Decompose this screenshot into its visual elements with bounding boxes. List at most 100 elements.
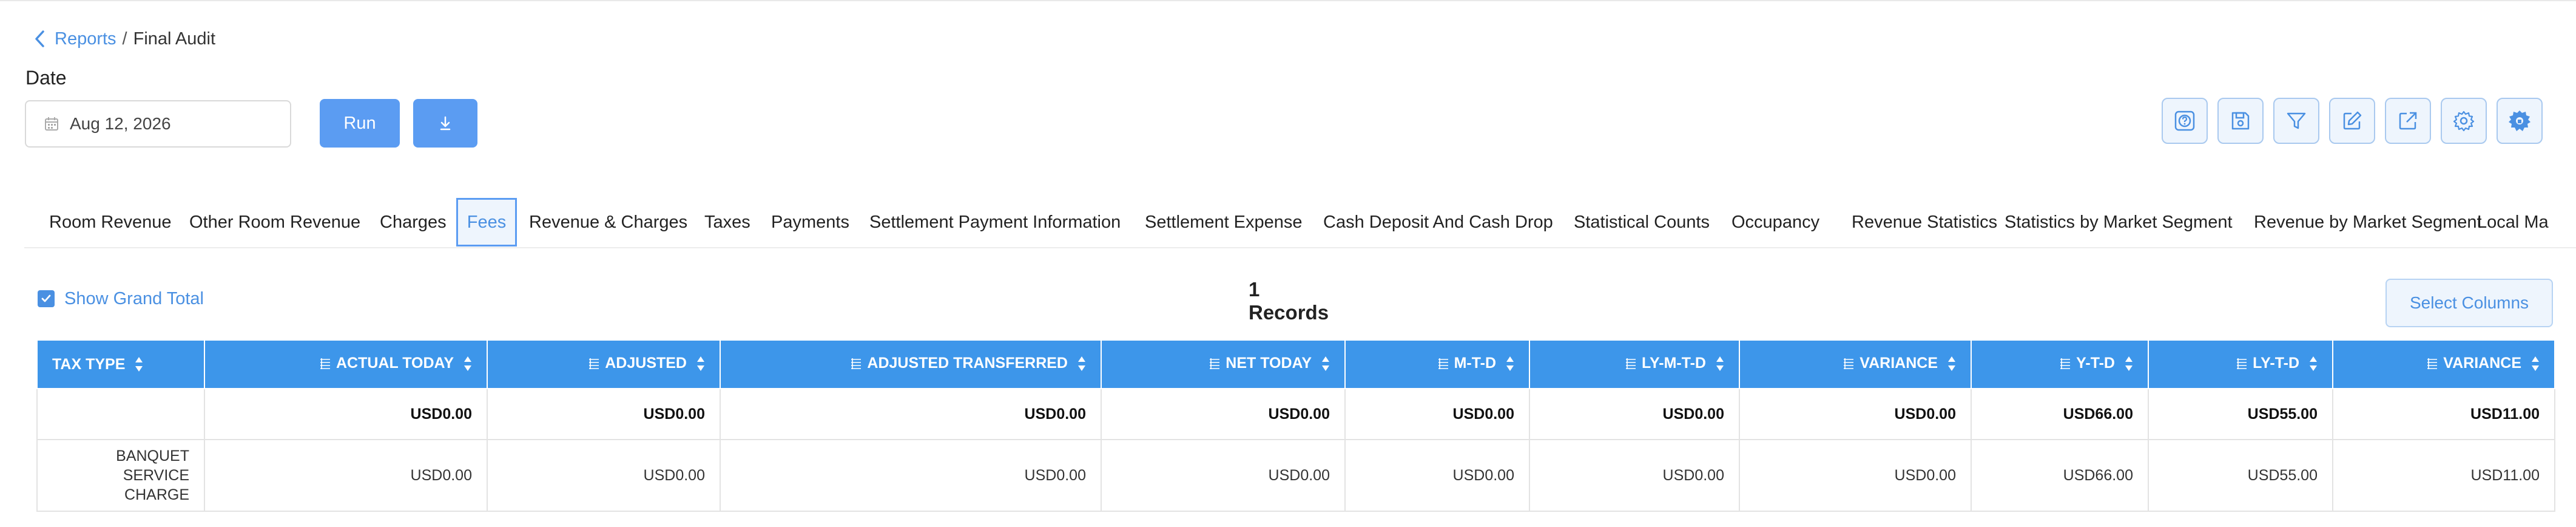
column-header-adjusted[interactable]: ADJUSTED (487, 339, 721, 389)
table-cell: USD11.00 (2332, 388, 2555, 440)
column-menu-icon[interactable] (2236, 358, 2248, 370)
export-icon (2397, 110, 2419, 132)
tab-payments[interactable]: Payments (771, 198, 849, 246)
filter-icon (2285, 110, 2307, 132)
fees-table: TAX TYPE ACTUAL TODAY ADJUSTED ADJUSTED … (36, 339, 2555, 512)
tab-fees[interactable]: Fees (456, 198, 517, 246)
table-cell: USD66.00 (1971, 388, 2149, 440)
sort-icon[interactable] (1716, 356, 1724, 372)
sort-icon[interactable] (1321, 356, 1330, 372)
tax-type-cell: BANQUET SERVICE CHARGE (36, 439, 205, 512)
show-grand-total-toggle[interactable]: Show Grand Total (38, 287, 204, 311)
table-cell: USD0.00 (204, 439, 488, 512)
checkbox-checked-icon[interactable] (38, 290, 55, 307)
column-menu-icon[interactable] (1625, 358, 1637, 370)
table-row: BANQUET SERVICE CHARGE USD0.00 USD0.00 U… (36, 439, 2555, 512)
filter-button[interactable] (2273, 98, 2319, 144)
select-columns-button[interactable]: Select Columns (2385, 279, 2553, 327)
column-header-ly-t-d[interactable]: LY-T-D (2148, 339, 2333, 389)
sort-icon[interactable] (2531, 356, 2540, 372)
table-cell: USD0.00 (1739, 439, 1972, 512)
sort-icon[interactable] (1506, 356, 1514, 372)
settings-button[interactable] (2441, 98, 2487, 144)
tab-revenue-statistics[interactable]: Revenue Statistics (1852, 198, 1997, 246)
table-cell: USD55.00 (2148, 388, 2333, 440)
run-button[interactable]: Run (320, 99, 400, 148)
table-cell: USD0.00 (1101, 439, 1346, 512)
column-header-m-t-d[interactable]: M-T-D (1344, 339, 1530, 389)
table-cell: USD55.00 (2148, 439, 2333, 512)
sort-icon[interactable] (2125, 356, 2133, 372)
tab-occupancy[interactable]: Occupancy (1731, 198, 1819, 246)
export-button[interactable] (2385, 98, 2431, 144)
tab-taxes[interactable]: Taxes (704, 198, 750, 246)
tab-statistics-by-market-segment[interactable]: Statistics by Market Segment (2004, 198, 2233, 246)
tab-charges[interactable]: Charges (380, 198, 447, 246)
table-cell: USD66.00 (1971, 439, 2149, 512)
table-cell: USD0.00 (487, 439, 721, 512)
help-button[interactable] (2162, 98, 2208, 144)
column-menu-icon[interactable] (588, 358, 600, 370)
top-border (0, 0, 2576, 1)
report-tabs: Room Revenue Other Room Revenue Charges … (24, 198, 2576, 246)
records-count: 1 Records (1249, 278, 1329, 324)
table-header-row: TAX TYPE ACTUAL TODAY ADJUSTED ADJUSTED … (36, 339, 2555, 389)
tab-other-room-revenue[interactable]: Other Room Revenue (189, 198, 360, 246)
table-cell: USD0.00 (1344, 388, 1530, 440)
table-cell: USD0.00 (487, 388, 721, 440)
column-menu-icon[interactable] (2059, 358, 2071, 370)
table-cell: USD11.00 (2332, 439, 2555, 512)
tab-statistical-counts[interactable]: Statistical Counts (1574, 198, 1710, 246)
show-grand-total-label[interactable]: Show Grand Total (64, 289, 204, 309)
sort-icon[interactable] (1077, 356, 1086, 372)
sort-icon[interactable] (696, 356, 705, 372)
column-menu-icon[interactable] (1843, 358, 1855, 370)
column-menu-icon[interactable] (2426, 358, 2438, 370)
edit-button[interactable] (2329, 98, 2375, 144)
table-cell: USD0.00 (720, 388, 1102, 440)
column-menu-icon[interactable] (1437, 358, 1449, 370)
column-header-adjusted-transferred[interactable]: ADJUSTED TRANSFERRED (720, 339, 1102, 389)
tabs-divider (24, 247, 2576, 248)
chevron-left-icon[interactable] (32, 28, 47, 50)
column-header-variance-ytd[interactable]: VARIANCE (2332, 339, 2555, 389)
tax-type-line: CHARGE (124, 486, 189, 503)
date-value: Aug 12, 2026 (70, 114, 171, 133)
tab-revenue-and-charges[interactable]: Revenue & Charges (529, 198, 687, 246)
column-menu-icon[interactable] (319, 358, 331, 370)
save-icon (2230, 110, 2251, 132)
column-header-y-t-d[interactable]: Y-T-D (1971, 339, 2149, 389)
sort-icon[interactable] (1947, 356, 1956, 372)
column-header-actual-today[interactable]: ACTUAL TODAY (204, 339, 488, 389)
column-menu-icon[interactable] (1209, 358, 1221, 370)
tab-revenue-by-market-segment[interactable]: Revenue by Market Segment (2254, 198, 2482, 246)
sort-icon[interactable] (135, 356, 143, 372)
tab-room-revenue[interactable]: Room Revenue (49, 198, 172, 246)
column-header-tax-type[interactable]: TAX TYPE (36, 339, 205, 389)
tab-settlement-payment-information[interactable]: Settlement Payment Information (869, 198, 1121, 246)
date-field[interactable]: Aug 12, 2026 (25, 100, 291, 148)
edit-icon (2341, 110, 2363, 132)
sort-icon[interactable] (2309, 356, 2318, 372)
column-header-net-today[interactable]: NET TODAY (1101, 339, 1346, 389)
grand-total-row: USD0.00 USD0.00 USD0.00 USD0.00 USD0.00 … (36, 388, 2555, 440)
column-menu-icon[interactable] (850, 358, 862, 370)
table-cell: USD0.00 (1739, 388, 1972, 440)
download-button[interactable] (413, 99, 477, 148)
help-icon (2173, 109, 2197, 133)
save-button[interactable] (2217, 98, 2264, 144)
column-header-variance-mtd[interactable]: VARIANCE (1739, 339, 1972, 389)
tab-settlement-expense[interactable]: Settlement Expense (1145, 198, 1303, 246)
table-cell: USD0.00 (1344, 439, 1530, 512)
breadcrumb: Reports / Final Audit (32, 27, 215, 51)
tax-type-line: BANQUET SERVICE (116, 447, 189, 484)
advanced-settings-button[interactable] (2497, 98, 2543, 144)
gear-settings-icon (2507, 109, 2532, 133)
sort-icon[interactable] (464, 356, 472, 372)
column-header-ly-m-t-d[interactable]: LY-M-T-D (1529, 339, 1740, 389)
settings-icon (2452, 109, 2475, 132)
calendar-icon (44, 117, 59, 131)
tab-cash-deposit-and-cash-drop[interactable]: Cash Deposit And Cash Drop (1323, 198, 1553, 246)
breadcrumb-reports-link[interactable]: Reports (55, 29, 116, 49)
tab-local-market[interactable]: Local Ma (2477, 198, 2549, 246)
